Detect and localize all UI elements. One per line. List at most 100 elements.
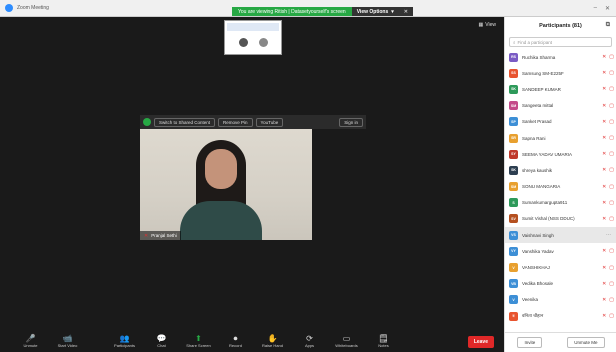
close-window-icon[interactable]: ✕ bbox=[605, 5, 610, 12]
leave-button[interactable]: Leave bbox=[467, 336, 494, 348]
mic-muted-icon: ✕ bbox=[602, 70, 607, 77]
share-screen-button[interactable]: ⬆ Share Screen bbox=[180, 334, 217, 348]
avatar: SK bbox=[509, 165, 518, 175]
participant-row[interactable]: S Sumankumargupta911 ✕ ▢ bbox=[505, 195, 616, 211]
avatar: SS bbox=[509, 68, 518, 78]
participant-name: Sapna Rani bbox=[522, 135, 546, 141]
close-icon[interactable]: ✕ bbox=[398, 7, 413, 16]
participant-status: ✕ ▢ bbox=[602, 151, 614, 157]
avatar: VS bbox=[509, 230, 518, 240]
mic-muted-icon: ✕ bbox=[602, 167, 607, 174]
raise-hand-button[interactable]: ✋ Raise Hand bbox=[254, 334, 291, 348]
avatar: V bbox=[509, 295, 518, 305]
apps-button[interactable]: ⟳ Apps bbox=[291, 334, 328, 348]
participant-name: Sanket Prasad bbox=[522, 119, 552, 125]
participants-button[interactable]: 👥 Participants bbox=[106, 334, 143, 348]
participant-name: SONU MANGARIA bbox=[522, 184, 561, 190]
mic-muted-icon: ✕ bbox=[602, 183, 607, 190]
avatar: V bbox=[509, 263, 518, 273]
mic-muted-icon: ✕ bbox=[602, 264, 607, 271]
video-name: Pranjal Sethi bbox=[151, 233, 177, 238]
switch-to-shared-content-button[interactable]: Switch to Shared Content bbox=[154, 117, 216, 127]
participant-status: ✕ ▢ bbox=[602, 248, 614, 254]
participant-row[interactable]: SM Sangeeta mittal ✕ ▢ bbox=[505, 98, 616, 114]
participant-name: Vedika Bhosale bbox=[522, 281, 554, 287]
invite-button[interactable]: Invite bbox=[517, 337, 543, 348]
video-off-icon: ▢ bbox=[609, 102, 614, 109]
avatar: SM bbox=[509, 182, 518, 192]
mic-muted-icon: ✕ bbox=[602, 102, 607, 109]
notes-icon: 🗒 bbox=[378, 334, 389, 343]
remove-pin-button[interactable]: Remove Pin bbox=[218, 117, 253, 127]
avatar: SY bbox=[509, 149, 518, 159]
participant-name: SEEMA YADAV UMARIA bbox=[522, 151, 573, 157]
participant-row[interactable]: VY Vanshika Yadav ✕ ▢ bbox=[505, 243, 616, 259]
sign-in-button[interactable]: Sign in bbox=[339, 117, 363, 127]
video-off-icon: ▢ bbox=[609, 54, 614, 61]
participant-row[interactable]: RS Ruchika Sharma ✕ ▢ bbox=[505, 49, 616, 65]
participants-panel-header: Participants (81) ⧉ bbox=[505, 17, 616, 35]
participant-row[interactable]: SV Sumit Vishal (NSS DDUC) ✕ ▢ bbox=[505, 211, 616, 227]
participant-row[interactable]: SK SANDEEP KUMAR ✕ ▢ bbox=[505, 81, 616, 97]
participant-name: SANDEEP KUMAR bbox=[522, 86, 561, 92]
chat-button[interactable]: 💬 Chat bbox=[143, 334, 180, 348]
participant-status: ✕ ▢ bbox=[602, 184, 614, 190]
avatar: SR bbox=[509, 133, 518, 143]
video-off-icon: ▢ bbox=[609, 70, 614, 77]
view-options-button[interactable]: View Options ▾ bbox=[351, 7, 399, 16]
participant-status: ✕ ▢ bbox=[602, 70, 614, 76]
notes-button[interactable]: 🗒 Notes bbox=[365, 334, 402, 348]
participants-panel: Participants (81) ⧉ ⌕ Find a participant… bbox=[504, 17, 616, 352]
participant-row[interactable]: SK shreya kaushik ✕ ▢ bbox=[505, 162, 616, 178]
toolbar-label: Start Video bbox=[57, 343, 78, 348]
video-off-icon: ▢ bbox=[609, 118, 614, 125]
start-video-button[interactable]: 📹 Start Video bbox=[49, 334, 86, 348]
view-button[interactable]: ▦ View bbox=[479, 22, 496, 28]
participant-row[interactable]: SS Samsung SM-E225F ✕ ▢ bbox=[505, 65, 616, 81]
unmute-me-button[interactable]: Unmute Me bbox=[567, 337, 605, 348]
shared-screen-thumbnail[interactable] bbox=[224, 20, 282, 55]
participant-row[interactable]: व वनिता चौहान ✕ ▢ bbox=[505, 308, 616, 324]
video-off-icon: ▢ bbox=[609, 151, 614, 158]
title-bar: Zoom Meeting You are viewing Ritish | Da… bbox=[0, 0, 616, 17]
minimize-icon[interactable]: – bbox=[594, 5, 597, 12]
screen-share-banner: You are viewing Ritish | Datasetyourself… bbox=[232, 7, 413, 16]
whiteboard-icon: ▭ bbox=[342, 334, 351, 343]
record-icon: ⏺ bbox=[233, 334, 238, 343]
participant-image bbox=[180, 201, 262, 240]
participant-row[interactable]: VB Vedika Bhosale ✕ ▢ bbox=[505, 276, 616, 292]
video-off-icon: ▢ bbox=[609, 199, 614, 206]
participant-status: ⋯ bbox=[606, 232, 614, 238]
hand-icon: ✋ bbox=[267, 334, 278, 343]
pinned-video[interactable]: ✕ Pranjal Sethi bbox=[140, 129, 312, 240]
window-title: Zoom Meeting bbox=[17, 5, 49, 11]
toolbar-label: Notes bbox=[378, 343, 389, 348]
thumbnail-photo bbox=[259, 38, 268, 47]
view-options-label: View Options bbox=[356, 8, 389, 15]
mic-muted-icon: ✕ bbox=[602, 296, 607, 303]
more-icon[interactable]: ⋯ bbox=[606, 232, 611, 238]
participant-status: ✕ ▢ bbox=[602, 103, 614, 109]
toolbar-label: Record bbox=[229, 343, 242, 348]
toolbar-label: Whiteboards bbox=[335, 343, 358, 348]
avatar: SM bbox=[509, 101, 518, 111]
participant-name: Vaishnavi Singh bbox=[522, 232, 554, 238]
whiteboards-button[interactable]: ▭ Whiteboards bbox=[328, 334, 365, 348]
participant-row[interactable]: SY SEEMA YADAV UMARIA ✕ ▢ bbox=[505, 146, 616, 162]
zoom-logo-icon bbox=[5, 4, 13, 12]
participant-status: ✕ ▢ bbox=[602, 200, 614, 206]
participant-row[interactable]: VS Vaishnavi Singh ⋯ bbox=[505, 227, 616, 244]
toolbar-label: Participants bbox=[114, 343, 135, 348]
youtube-button[interactable]: YouTube bbox=[255, 117, 284, 127]
mic-muted-icon: ✕ bbox=[602, 86, 607, 93]
pop-out-icon[interactable]: ⧉ bbox=[606, 22, 610, 29]
participant-row[interactable]: V Veenika ✕ ▢ bbox=[505, 292, 616, 308]
participant-row[interactable]: SR Sapna Rani ✕ ▢ bbox=[505, 130, 616, 146]
unmute-button[interactable]: 🎤 Unmute bbox=[12, 334, 49, 348]
participant-search-input[interactable]: ⌕ Find a participant bbox=[509, 37, 612, 47]
participant-row[interactable]: SP Sanket Prasad ✕ ▢ bbox=[505, 114, 616, 130]
participant-row[interactable]: SM SONU MANGARIA ✕ ▢ bbox=[505, 179, 616, 195]
record-button[interactable]: ⏺ Record bbox=[217, 334, 254, 348]
participant-row[interactable]: V VANSHIKHAJ ✕ ▢ bbox=[505, 259, 616, 275]
mic-muted-icon: ✕ bbox=[602, 313, 607, 320]
